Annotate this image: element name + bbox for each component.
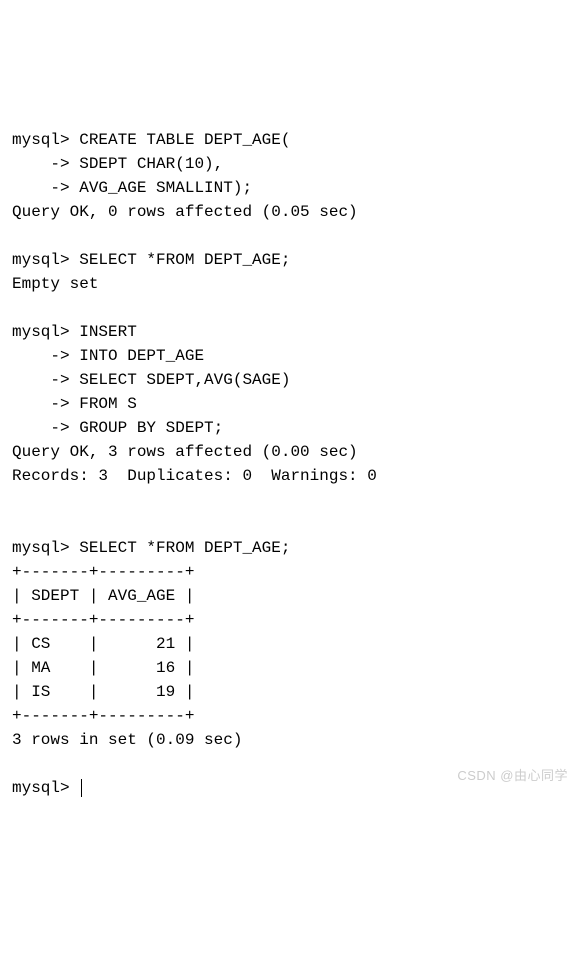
sql-text: CREATE TABLE DEPT_AGE(: [79, 131, 290, 149]
continuation-prompt: ->: [12, 419, 79, 437]
continuation-prompt: ->: [12, 371, 79, 389]
sql-line: -> INTO DEPT_AGE: [12, 347, 204, 365]
prompt-line[interactable]: mysql>: [12, 779, 82, 797]
result-line: Records: 3 Duplicates: 0 Warnings: 0: [12, 467, 377, 485]
cursor-icon: [81, 779, 82, 797]
sql-text: FROM S: [79, 395, 137, 413]
sql-line: mysql> INSERT: [12, 323, 137, 341]
table-header: | SDEPT | AVG_AGE |: [12, 587, 194, 605]
sql-line: -> SDEPT CHAR(10),: [12, 155, 223, 173]
prompt: mysql>: [12, 779, 79, 797]
sql-line: -> GROUP BY SDEPT;: [12, 419, 223, 437]
sql-text: AVG_AGE SMALLINT);: [79, 179, 252, 197]
sql-line: mysql> SELECT *FROM DEPT_AGE;: [12, 251, 290, 269]
watermark: CSDN @由心同学: [457, 766, 568, 786]
prompt: mysql>: [12, 539, 79, 557]
table-border: +-------+---------+: [12, 563, 194, 581]
result-line: 3 rows in set (0.09 sec): [12, 731, 242, 749]
table-row: | MA | 16 |: [12, 659, 194, 677]
continuation-prompt: ->: [12, 155, 79, 173]
sql-text: SELECT *FROM DEPT_AGE;: [79, 251, 290, 269]
sql-line: -> AVG_AGE SMALLINT);: [12, 179, 252, 197]
terminal-output: mysql> CREATE TABLE DEPT_AGE( -> SDEPT C…: [12, 104, 566, 800]
prompt: mysql>: [12, 251, 79, 269]
table-row: | CS | 21 |: [12, 635, 194, 653]
table-border: +-------+---------+: [12, 707, 194, 725]
sql-text: INTO DEPT_AGE: [79, 347, 204, 365]
table-border: +-------+---------+: [12, 611, 194, 629]
continuation-prompt: ->: [12, 179, 79, 197]
sql-line: -> SELECT SDEPT,AVG(SAGE): [12, 371, 290, 389]
sql-line: mysql> SELECT *FROM DEPT_AGE;: [12, 539, 290, 557]
sql-text: SELECT *FROM DEPT_AGE;: [79, 539, 290, 557]
continuation-prompt: ->: [12, 395, 79, 413]
sql-text: SDEPT CHAR(10),: [79, 155, 223, 173]
result-line: Query OK, 0 rows affected (0.05 sec): [12, 203, 358, 221]
prompt: mysql>: [12, 323, 79, 341]
sql-line: -> FROM S: [12, 395, 137, 413]
sql-line: mysql> CREATE TABLE DEPT_AGE(: [12, 131, 290, 149]
continuation-prompt: ->: [12, 347, 79, 365]
sql-text: GROUP BY SDEPT;: [79, 419, 223, 437]
result-line: Empty set: [12, 275, 98, 293]
result-line: Query OK, 3 rows affected (0.00 sec): [12, 443, 358, 461]
table-row: | IS | 19 |: [12, 683, 194, 701]
sql-text: SELECT SDEPT,AVG(SAGE): [79, 371, 290, 389]
prompt: mysql>: [12, 131, 79, 149]
sql-text: INSERT: [79, 323, 137, 341]
